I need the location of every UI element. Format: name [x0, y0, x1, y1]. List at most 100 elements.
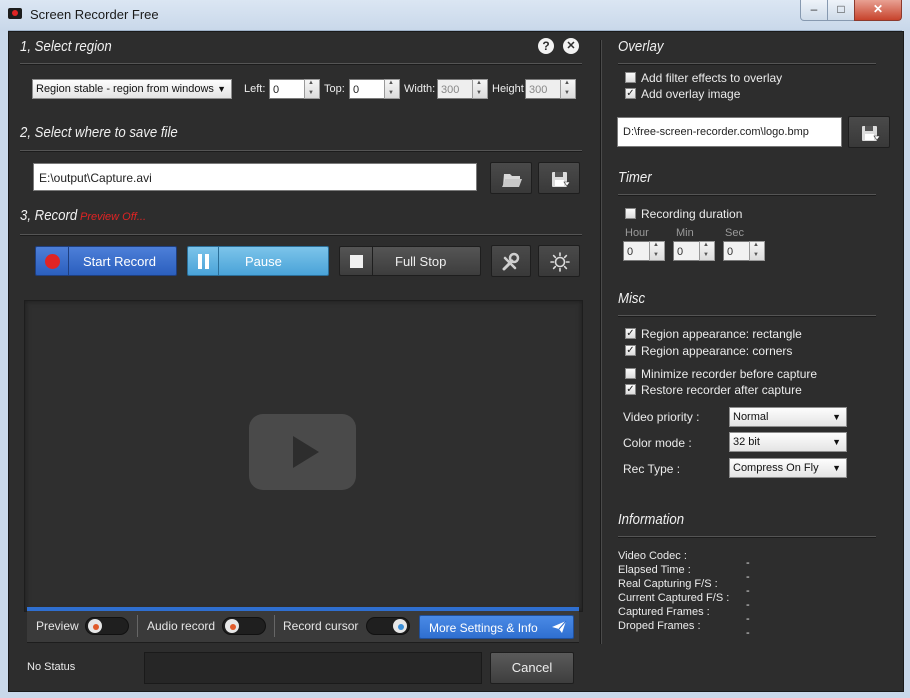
overlay-image-checkbox[interactable]: ✓ — [625, 88, 636, 99]
min-label: Min — [676, 227, 694, 239]
divider — [618, 536, 876, 538]
timer-title: Timer — [618, 169, 652, 186]
region-mode-select[interactable]: Region stable - region from windows ▼ — [32, 79, 232, 99]
minimize-button[interactable]: – — [800, 0, 828, 21]
color-mode-select[interactable]: 32 bit ▼ — [729, 432, 847, 452]
sec-spinner[interactable] — [749, 241, 765, 261]
height-label: Height — [492, 83, 524, 95]
info-label: Captured Frames : — [618, 606, 710, 618]
top-spinner[interactable] — [384, 79, 400, 99]
preview-toggle-label: Preview — [36, 619, 79, 633]
select-region-title: 1, Select region — [20, 38, 112, 55]
more-settings-button[interactable]: More Settings & Info — [419, 615, 574, 639]
close-icon[interactable]: ✕ — [563, 38, 579, 54]
save-file-title: 2, Select where to save file — [20, 124, 178, 141]
video-priority-select[interactable]: Normal ▼ — [729, 407, 847, 427]
misc-item-label: Region appearance: rectangle — [641, 327, 802, 341]
start-record-label: Start Record — [83, 254, 156, 269]
settings-tools-button[interactable] — [491, 245, 531, 277]
close-window-button[interactable]: ✕ — [854, 0, 902, 21]
panel-separator — [600, 40, 602, 644]
hour-input[interactable]: 0 — [623, 241, 651, 261]
preview-status: Preview Off... — [80, 211, 147, 223]
more-settings-label: More Settings & Info — [429, 621, 538, 635]
chevron-down-icon: ▼ — [832, 412, 841, 422]
info-value: - — [746, 613, 750, 625]
help-icon[interactable]: ? — [538, 38, 554, 54]
overlay-image-label: Add overlay image — [641, 87, 741, 101]
brightness-button[interactable] — [538, 245, 580, 277]
chevron-down-icon: ▼ — [832, 463, 841, 473]
height-input[interactable]: 300 — [525, 79, 561, 99]
pause-label: Pause — [245, 254, 282, 269]
misc-title: Misc — [618, 290, 646, 307]
info-label: Current Captured F/S : — [618, 592, 730, 604]
color-mode-value: 32 bit — [733, 436, 760, 448]
browse-folder-button[interactable] — [490, 162, 532, 194]
overlay-image-save-button[interactable] — [848, 116, 890, 148]
info-value: - — [746, 627, 750, 639]
stop-icon — [350, 255, 363, 268]
full-stop-label: Full Stop — [395, 254, 447, 269]
divider — [20, 150, 582, 152]
divider — [20, 234, 582, 236]
folder-icon — [502, 174, 522, 187]
cursor-toggle-label: Record cursor — [283, 619, 359, 633]
info-label: Elapsed Time : — [618, 564, 691, 576]
wrench-icon — [502, 252, 520, 271]
width-label: Width: — [404, 83, 436, 95]
save-file-button[interactable] — [538, 162, 580, 194]
cancel-button[interactable]: Cancel — [490, 652, 574, 684]
recording-duration-checkbox[interactable] — [625, 208, 636, 219]
info-value: - — [746, 599, 750, 611]
info-value: - — [746, 557, 750, 569]
left-input[interactable]: 0 — [269, 79, 305, 99]
restore-after-capture-checkbox[interactable]: ✓ — [625, 384, 636, 395]
rec-type-value: Compress On Fly — [733, 462, 819, 474]
play-icon[interactable] — [249, 414, 356, 490]
sec-label: Sec — [725, 227, 744, 239]
rectangle-appearance-checkbox[interactable]: ✓ — [625, 328, 636, 339]
save-path-input[interactable]: E:\output\Capture.avi — [33, 163, 477, 191]
rec-type-select[interactable]: Compress On Fly ▼ — [729, 458, 847, 478]
corners-appearance-checkbox[interactable]: ✓ — [625, 345, 636, 356]
preview-toggle[interactable] — [85, 617, 129, 635]
overlay-image-path-input[interactable]: D:\free-screen-recorder.com\logo.bmp — [617, 117, 842, 147]
maximize-button[interactable]: □ — [827, 0, 855, 21]
information-title: Information — [618, 511, 685, 528]
width-spinner[interactable] — [472, 79, 488, 99]
sec-input[interactable]: 0 — [723, 241, 751, 261]
video-priority-label: Video priority : — [623, 410, 700, 424]
hour-spinner[interactable] — [649, 241, 665, 261]
info-value: - — [746, 571, 750, 583]
left-spinner[interactable] — [304, 79, 320, 99]
pause-icon — [198, 254, 202, 269]
chevron-down-icon: ▼ — [832, 437, 841, 447]
width-input[interactable]: 300 — [437, 79, 473, 99]
left-label: Left: — [244, 83, 266, 95]
misc-item-label: Region appearance: corners — [641, 344, 793, 358]
recording-duration-label: Recording duration — [641, 207, 743, 221]
rec-type-label: Rec Type : — [623, 462, 681, 476]
top-input[interactable]: 0 — [349, 79, 385, 99]
height-spinner[interactable] — [560, 79, 576, 99]
min-input[interactable]: 0 — [673, 241, 701, 261]
filter-effects-checkbox[interactable] — [625, 72, 636, 83]
min-spinner[interactable] — [699, 241, 715, 261]
video-priority-value: Normal — [733, 411, 769, 423]
minimize-before-capture-checkbox[interactable] — [625, 368, 636, 379]
start-record-button[interactable]: Start Record — [35, 246, 177, 276]
record-title: 3, Record — [20, 207, 78, 224]
window-title: Screen Recorder Free — [30, 7, 159, 22]
audio-toggle-label: Audio record — [147, 619, 216, 633]
record-cursor-toggle[interactable] — [366, 617, 410, 635]
pause-button[interactable]: Pause — [187, 246, 329, 276]
hour-label: Hour — [625, 227, 649, 239]
full-stop-button[interactable]: Full Stop — [339, 246, 481, 276]
divider — [618, 315, 876, 317]
app-icon — [8, 8, 22, 19]
top-label: Top: — [324, 83, 345, 95]
audio-record-toggle[interactable] — [222, 617, 266, 635]
floppy-save-icon — [552, 172, 571, 187]
sun-icon — [550, 252, 570, 272]
